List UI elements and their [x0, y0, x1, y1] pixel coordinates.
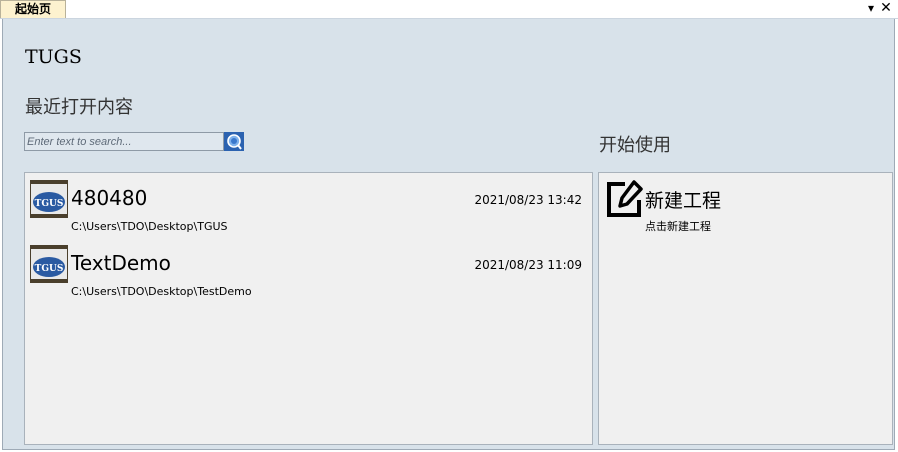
start-page-content: TUGS 最近打开内容 开始使用 TGUS 480480 2021/08/23 …: [2, 19, 895, 450]
app-title: TUGS: [25, 46, 82, 68]
tab-start-page[interactable]: 起始页: [0, 0, 66, 18]
project-name: TextDemo: [71, 251, 171, 275]
new-project-title: 新建工程: [645, 190, 722, 212]
list-item[interactable]: TGUS TextDemo 2021/08/23 11:09 C:\Users\…: [30, 245, 586, 303]
svg-text:TGUS: TGUS: [35, 199, 64, 209]
search-input[interactable]: [24, 132, 224, 151]
project-path: C:\Users\TDO\Desktop\TGUS: [71, 220, 228, 233]
search-button[interactable]: [224, 132, 244, 151]
recent-projects-panel: TGUS 480480 2021/08/23 13:42 C:\Users\TD…: [24, 172, 593, 445]
project-thumbnail-icon: TGUS: [30, 245, 68, 283]
close-icon[interactable]: ✕: [879, 0, 893, 18]
get-started-panel: 新建工程 点击新建工程: [598, 172, 893, 445]
svg-text:TGUS: TGUS: [35, 264, 64, 274]
recent-heading: 最近打开内容: [25, 97, 133, 118]
project-path: C:\Users\TDO\Desktop\TestDemo: [71, 285, 252, 298]
project-thumbnail-icon: TGUS: [30, 180, 68, 218]
get-started-heading: 开始使用: [599, 135, 671, 156]
project-name: 480480: [71, 186, 148, 210]
edit-icon: [607, 180, 643, 217]
tab-dropdown-icon[interactable]: ▾: [864, 0, 878, 18]
new-project-button[interactable]: 新建工程 点击新建工程: [605, 179, 795, 239]
list-item[interactable]: TGUS 480480 2021/08/23 13:42 C:\Users\TD…: [30, 180, 586, 238]
new-project-description: 点击新建工程: [645, 220, 711, 233]
document-tab-strip: 起始页 ▾ ✕: [0, 0, 898, 19]
search-icon: [227, 134, 242, 150]
project-date: 2021/08/23 11:09: [474, 258, 582, 272]
project-date: 2021/08/23 13:42: [474, 193, 582, 207]
